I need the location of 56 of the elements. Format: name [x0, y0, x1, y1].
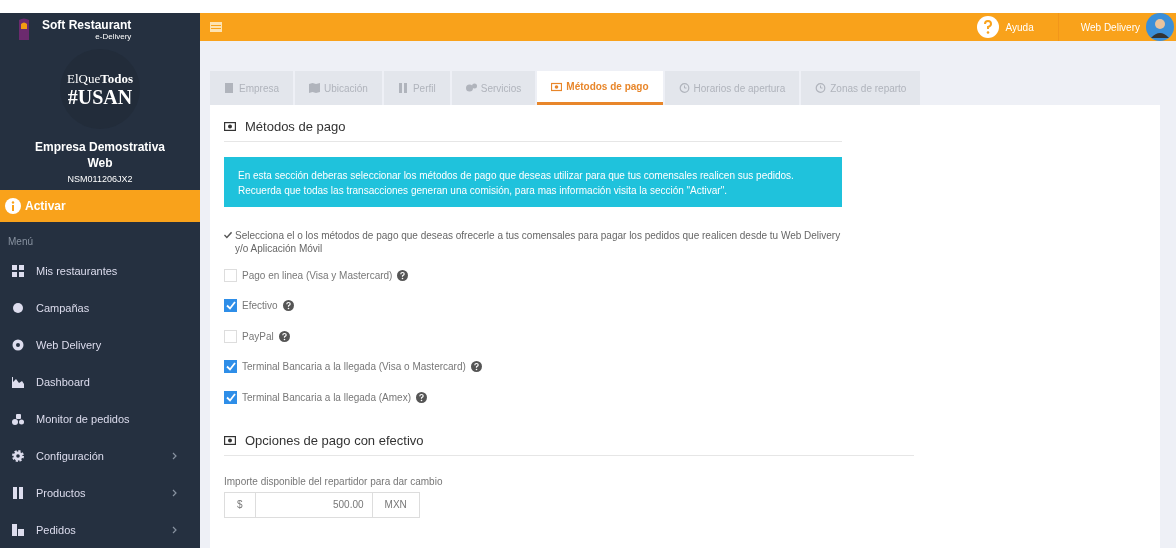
help-icon[interactable]: [415, 391, 427, 403]
section-title: Métodos de pago: [245, 119, 346, 134]
clock-icon: [815, 83, 827, 93]
checkbox[interactable]: [224, 360, 237, 374]
menu-item[interactable]: Dashboard: [0, 363, 200, 401]
checkbox[interactable]: [224, 390, 237, 404]
help-icon[interactable]: [397, 269, 409, 281]
menu-item[interactable]: Pedidos: [0, 511, 200, 548]
user-menu[interactable]: Web Delivery: [1057, 13, 1176, 41]
info-icon: [5, 197, 21, 214]
currency-suffix: MXN: [371, 491, 420, 518]
menu-item[interactable]: Campañas: [0, 289, 200, 327]
info-alert: En esta sección deberas seleccionar los métodos de pago que deseas utilizar para que tus comensales realicen sus pedidos. Recuerda que todas las transacciones generan una comisión, para mas información visita la sección "Activar".: [224, 157, 842, 207]
menu-item[interactable]: Web Delivery: [0, 326, 200, 364]
chart-icon: [12, 375, 24, 388]
option-label: PayPal: [242, 330, 274, 342]
option-label: Terminal Bancaria a la llegada (Visa o Mastercard): [242, 361, 466, 373]
option-label: Pago en linea (Visa y Mastercard): [242, 269, 393, 281]
brand-name: Soft Restaurant: [42, 18, 132, 33]
money-icon: [224, 435, 236, 445]
chevron-right-icon: [172, 488, 178, 497]
globe-icon: [12, 338, 24, 351]
checkbox[interactable]: [224, 299, 237, 313]
menu-item[interactable]: Configuración: [0, 437, 200, 475]
activate-link[interactable]: Activar: [0, 189, 200, 222]
chevron-right-icon: [172, 525, 178, 534]
money-icon: [551, 81, 563, 92]
logo-text: #USAN: [67, 86, 133, 107]
help-link[interactable]: Ayuda: [963, 15, 1058, 39]
section-title: Opciones de pago con efectivo: [245, 432, 424, 448]
company-code: NSM011206JX2: [66, 173, 134, 184]
brand-subtitle: e-Delivery: [95, 32, 132, 42]
dot-icon: [12, 302, 24, 315]
menu-item[interactable]: Productos: [0, 474, 200, 512]
company-name: Empresa Demostrativa Web: [33, 138, 167, 171]
logo-text: ElQueTodos: [67, 70, 133, 87]
money-icon: [224, 122, 236, 131]
field-label: Importe disponible del repartidor para dar cambio: [224, 475, 444, 487]
option-label: Terminal Bancaria a la llegada (Amex): [242, 391, 411, 403]
menu-heading: Menú: [7, 234, 34, 249]
menu-item[interactable]: Monitor de pedidos: [0, 400, 200, 438]
chevron-right-icon: [172, 451, 178, 460]
clock-icon: [678, 83, 690, 93]
help-icon[interactable]: [282, 300, 294, 312]
grid-icon: [12, 265, 24, 278]
currency-prefix: $: [224, 491, 256, 518]
menu-item[interactable]: Mis restaurantes: [0, 252, 200, 290]
help-icon[interactable]: [470, 361, 482, 373]
instruction-text: Selecciona el o los métodos de pago que deseas ofrecerle a tus comensales para pagar los pedidos que realicen desde tu Web Delivery y/o Aplicación Móvil: [235, 229, 842, 255]
check-icon: [224, 231, 232, 239]
avatar-icon: [1146, 13, 1174, 41]
amount-input[interactable]: 500.00: [255, 491, 372, 518]
help-icon[interactable]: [278, 330, 290, 342]
tab[interactable]: Métodos de pago: [537, 71, 663, 105]
map-icon: [309, 83, 320, 93]
option-label: Efectivo: [242, 300, 278, 312]
